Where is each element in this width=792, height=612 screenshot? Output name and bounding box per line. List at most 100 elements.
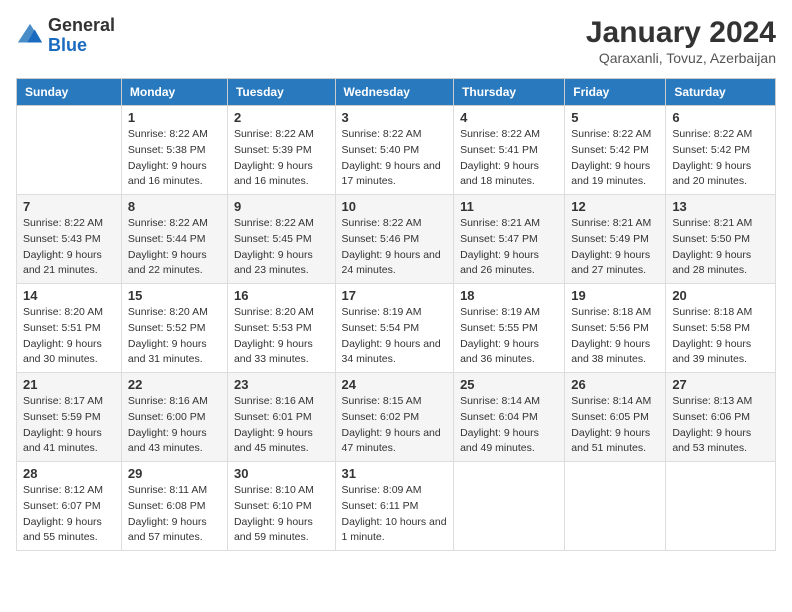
day-number: 14: [23, 288, 115, 303]
calendar-cell: 24 Sunrise: 8:15 AMSunset: 6:02 PMDaylig…: [335, 373, 454, 462]
day-info: Sunrise: 8:10 AMSunset: 6:10 PMDaylight:…: [234, 483, 329, 546]
day-number: 21: [23, 377, 115, 392]
day-info: Sunrise: 8:19 AMSunset: 5:55 PMDaylight:…: [460, 305, 558, 368]
header-day: Saturday: [666, 79, 776, 106]
calendar-cell: 11 Sunrise: 8:21 AMSunset: 5:47 PMDaylig…: [454, 195, 565, 284]
logo: General Blue: [16, 16, 115, 56]
calendar-cell: 12 Sunrise: 8:21 AMSunset: 5:49 PMDaylig…: [565, 195, 666, 284]
day-number: 25: [460, 377, 558, 392]
calendar-cell: 7 Sunrise: 8:22 AMSunset: 5:43 PMDayligh…: [17, 195, 122, 284]
calendar-cell: 1 Sunrise: 8:22 AMSunset: 5:38 PMDayligh…: [121, 106, 227, 195]
day-info: Sunrise: 8:13 AMSunset: 6:06 PMDaylight:…: [672, 394, 769, 457]
day-info: Sunrise: 8:22 AMSunset: 5:45 PMDaylight:…: [234, 216, 329, 279]
day-number: 26: [571, 377, 659, 392]
day-number: 30: [234, 466, 329, 481]
day-info: Sunrise: 8:18 AMSunset: 5:56 PMDaylight:…: [571, 305, 659, 368]
calendar-cell: [17, 106, 122, 195]
day-info: Sunrise: 8:19 AMSunset: 5:54 PMDaylight:…: [342, 305, 448, 368]
day-number: 5: [571, 110, 659, 125]
logo-icon: [16, 22, 44, 50]
day-number: 17: [342, 288, 448, 303]
header-day: Tuesday: [227, 79, 335, 106]
day-info: Sunrise: 8:22 AMSunset: 5:41 PMDaylight:…: [460, 127, 558, 190]
day-info: Sunrise: 8:22 AMSunset: 5:43 PMDaylight:…: [23, 216, 115, 279]
calendar-week-row: 21 Sunrise: 8:17 AMSunset: 5:59 PMDaylig…: [17, 373, 776, 462]
page-title: January 2024: [586, 16, 776, 50]
day-info: Sunrise: 8:14 AMSunset: 6:05 PMDaylight:…: [571, 394, 659, 457]
calendar-cell: 29 Sunrise: 8:11 AMSunset: 6:08 PMDaylig…: [121, 462, 227, 551]
day-info: Sunrise: 8:21 AMSunset: 5:49 PMDaylight:…: [571, 216, 659, 279]
calendar-cell: 19 Sunrise: 8:18 AMSunset: 5:56 PMDaylig…: [565, 284, 666, 373]
day-number: 4: [460, 110, 558, 125]
header-day: Wednesday: [335, 79, 454, 106]
day-number: 23: [234, 377, 329, 392]
calendar-cell: 16 Sunrise: 8:20 AMSunset: 5:53 PMDaylig…: [227, 284, 335, 373]
day-info: Sunrise: 8:11 AMSunset: 6:08 PMDaylight:…: [128, 483, 221, 546]
day-info: Sunrise: 8:17 AMSunset: 5:59 PMDaylight:…: [23, 394, 115, 457]
calendar-cell: [454, 462, 565, 551]
day-number: 3: [342, 110, 448, 125]
calendar-week-row: 14 Sunrise: 8:20 AMSunset: 5:51 PMDaylig…: [17, 284, 776, 373]
day-number: 8: [128, 199, 221, 214]
day-info: Sunrise: 8:12 AMSunset: 6:07 PMDaylight:…: [23, 483, 115, 546]
day-number: 11: [460, 199, 558, 214]
calendar-cell: 21 Sunrise: 8:17 AMSunset: 5:59 PMDaylig…: [17, 373, 122, 462]
calendar-body: 1 Sunrise: 8:22 AMSunset: 5:38 PMDayligh…: [17, 106, 776, 551]
calendar-cell: 23 Sunrise: 8:16 AMSunset: 6:01 PMDaylig…: [227, 373, 335, 462]
day-number: 13: [672, 199, 769, 214]
day-number: 15: [128, 288, 221, 303]
day-number: 1: [128, 110, 221, 125]
logo-general-text: General: [48, 15, 115, 35]
day-number: 19: [571, 288, 659, 303]
calendar-cell: 10 Sunrise: 8:22 AMSunset: 5:46 PMDaylig…: [335, 195, 454, 284]
day-number: 6: [672, 110, 769, 125]
day-number: 28: [23, 466, 115, 481]
calendar-cell: 2 Sunrise: 8:22 AMSunset: 5:39 PMDayligh…: [227, 106, 335, 195]
calendar-cell: 13 Sunrise: 8:21 AMSunset: 5:50 PMDaylig…: [666, 195, 776, 284]
calendar-cell: [565, 462, 666, 551]
calendar-week-row: 1 Sunrise: 8:22 AMSunset: 5:38 PMDayligh…: [17, 106, 776, 195]
day-info: Sunrise: 8:22 AMSunset: 5:39 PMDaylight:…: [234, 127, 329, 190]
calendar-cell: 25 Sunrise: 8:14 AMSunset: 6:04 PMDaylig…: [454, 373, 565, 462]
calendar-cell: 22 Sunrise: 8:16 AMSunset: 6:00 PMDaylig…: [121, 373, 227, 462]
calendar-cell: 18 Sunrise: 8:19 AMSunset: 5:55 PMDaylig…: [454, 284, 565, 373]
day-number: 27: [672, 377, 769, 392]
title-block: January 2024 Qaraxanli, Tovuz, Azerbaija…: [586, 16, 776, 66]
calendar-week-row: 28 Sunrise: 8:12 AMSunset: 6:07 PMDaylig…: [17, 462, 776, 551]
day-number: 29: [128, 466, 221, 481]
day-number: 31: [342, 466, 448, 481]
day-info: Sunrise: 8:22 AMSunset: 5:40 PMDaylight:…: [342, 127, 448, 190]
logo-blue-text: Blue: [48, 35, 87, 55]
calendar-cell: [666, 462, 776, 551]
day-number: 9: [234, 199, 329, 214]
page-subtitle: Qaraxanli, Tovuz, Azerbaijan: [586, 50, 776, 66]
day-info: Sunrise: 8:15 AMSunset: 6:02 PMDaylight:…: [342, 394, 448, 457]
calendar-cell: 5 Sunrise: 8:22 AMSunset: 5:42 PMDayligh…: [565, 106, 666, 195]
calendar-cell: 8 Sunrise: 8:22 AMSunset: 5:44 PMDayligh…: [121, 195, 227, 284]
day-info: Sunrise: 8:22 AMSunset: 5:46 PMDaylight:…: [342, 216, 448, 279]
calendar-table: SundayMondayTuesdayWednesdayThursdayFrid…: [16, 78, 776, 551]
day-number: 2: [234, 110, 329, 125]
day-info: Sunrise: 8:09 AMSunset: 6:11 PMDaylight:…: [342, 483, 448, 546]
day-info: Sunrise: 8:21 AMSunset: 5:50 PMDaylight:…: [672, 216, 769, 279]
day-info: Sunrise: 8:14 AMSunset: 6:04 PMDaylight:…: [460, 394, 558, 457]
calendar-cell: 20 Sunrise: 8:18 AMSunset: 5:58 PMDaylig…: [666, 284, 776, 373]
day-info: Sunrise: 8:22 AMSunset: 5:42 PMDaylight:…: [672, 127, 769, 190]
day-number: 20: [672, 288, 769, 303]
day-number: 7: [23, 199, 115, 214]
calendar-cell: 14 Sunrise: 8:20 AMSunset: 5:51 PMDaylig…: [17, 284, 122, 373]
day-number: 24: [342, 377, 448, 392]
day-info: Sunrise: 8:20 AMSunset: 5:53 PMDaylight:…: [234, 305, 329, 368]
day-info: Sunrise: 8:20 AMSunset: 5:52 PMDaylight:…: [128, 305, 221, 368]
day-info: Sunrise: 8:22 AMSunset: 5:42 PMDaylight:…: [571, 127, 659, 190]
day-info: Sunrise: 8:18 AMSunset: 5:58 PMDaylight:…: [672, 305, 769, 368]
day-info: Sunrise: 8:16 AMSunset: 6:01 PMDaylight:…: [234, 394, 329, 457]
calendar-cell: 31 Sunrise: 8:09 AMSunset: 6:11 PMDaylig…: [335, 462, 454, 551]
day-info: Sunrise: 8:20 AMSunset: 5:51 PMDaylight:…: [23, 305, 115, 368]
header-day: Friday: [565, 79, 666, 106]
calendar-cell: 27 Sunrise: 8:13 AMSunset: 6:06 PMDaylig…: [666, 373, 776, 462]
page-header: General Blue January 2024 Qaraxanli, Tov…: [16, 16, 776, 66]
calendar-cell: 26 Sunrise: 8:14 AMSunset: 6:05 PMDaylig…: [565, 373, 666, 462]
calendar-cell: 6 Sunrise: 8:22 AMSunset: 5:42 PMDayligh…: [666, 106, 776, 195]
calendar-cell: 4 Sunrise: 8:22 AMSunset: 5:41 PMDayligh…: [454, 106, 565, 195]
